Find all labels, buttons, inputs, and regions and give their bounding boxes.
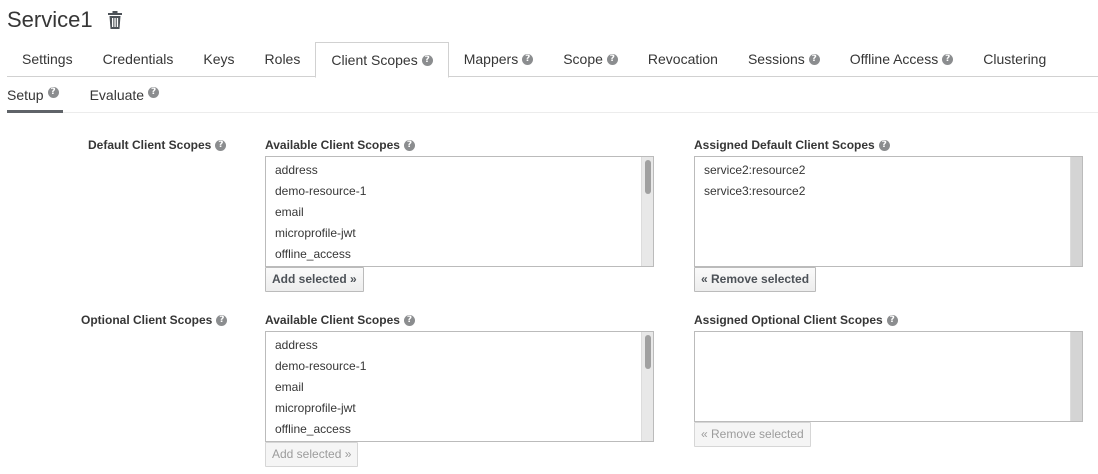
assigned-optional-listbox[interactable]: [694, 331, 1083, 422]
tab-label: Sessions: [747, 51, 805, 67]
col-label-text: Assigned Optional Client Scopes: [694, 313, 883, 327]
col-label-text: Available Client Scopes: [265, 313, 400, 327]
scrollbar[interactable]: [1070, 157, 1082, 266]
scrollbar[interactable]: [641, 332, 653, 441]
tab-label: Scope: [563, 51, 603, 67]
tab-mappers[interactable]: Mappers?: [449, 42, 548, 77]
tab-label: Revocation: [647, 51, 718, 67]
title-row: Service1: [7, 5, 123, 35]
help-icon: ?: [886, 314, 898, 326]
list-item[interactable]: offline_access: [275, 244, 653, 265]
tab-roles[interactable]: Roles: [250, 42, 316, 77]
list-item[interactable]: demo-resource-1: [275, 356, 653, 377]
list-item[interactable]: offline_access: [275, 419, 653, 440]
help-icon: ?: [148, 87, 160, 98]
tab-label: Clustering: [983, 51, 1047, 67]
help-icon: ?: [878, 139, 890, 151]
scrollbar-thumb[interactable]: [645, 160, 651, 194]
list-item[interactable]: microprofile-jwt: [275, 398, 653, 419]
help-icon: ?: [522, 54, 534, 65]
optional-available-label: Available Client Scopes?: [265, 313, 415, 327]
optional-available-listbox[interactable]: address demo-resource-1 email microprofi…: [265, 331, 654, 442]
default-available-label: Available Client Scopes?: [265, 138, 415, 152]
remove-selected-button[interactable]: « Remove selected: [694, 422, 811, 447]
assigned-default-label: Assigned Default Client Scopes?: [694, 138, 890, 152]
scrollbar-thumb[interactable]: [645, 335, 651, 369]
list-item[interactable]: service3:resource2: [704, 181, 1082, 202]
tab-label: Roles: [264, 51, 301, 67]
assigned-default-listbox[interactable]: service2:resource2 service3:resource2: [694, 156, 1083, 267]
tab-client-scopes[interactable]: Client Scopes?: [315, 42, 449, 78]
tab-label: Client Scopes: [331, 51, 418, 68]
list-item[interactable]: microprofile-jwt: [275, 223, 653, 244]
subtab-evaluate[interactable]: Evaluate?: [89, 85, 160, 113]
default-client-scopes-label: Default Client Scopes?: [88, 138, 227, 152]
scrollbar[interactable]: [1070, 332, 1082, 421]
list-item[interactable]: address: [275, 160, 653, 181]
col-label-text: Available Client Scopes: [265, 138, 400, 152]
tab-label: Mappers: [463, 51, 519, 67]
list-item[interactable]: demo-resource-1: [275, 181, 653, 202]
help-icon: ?: [403, 314, 415, 326]
tab-label: Keys: [203, 51, 235, 67]
help-icon: ?: [808, 54, 820, 65]
client-tabs: Settings Credentials Keys Roles Client S…: [7, 42, 1098, 78]
help-icon: ?: [47, 87, 59, 98]
tab-settings[interactable]: Settings: [7, 42, 88, 77]
row-label-text: Optional Client Scopes: [81, 313, 213, 327]
assigned-optional-label: Assigned Optional Client Scopes?: [694, 313, 898, 327]
optional-client-scopes-label: Optional Client Scopes?: [81, 313, 228, 327]
help-icon: ?: [421, 54, 433, 66]
subtab-setup[interactable]: Setup?: [7, 85, 63, 113]
tab-label: Credentials: [102, 51, 174, 67]
help-icon: ?: [215, 139, 227, 151]
remove-selected-button[interactable]: « Remove selected: [694, 267, 817, 292]
tab-credentials[interactable]: Credentials: [88, 42, 189, 77]
subtab-label: Setup: [7, 87, 44, 103]
tab-label: Offline Access: [849, 51, 939, 67]
add-selected-button[interactable]: Add selected »: [265, 267, 364, 292]
tab-sessions[interactable]: Sessions?: [733, 42, 835, 77]
subtab-label: Evaluate: [89, 87, 145, 103]
tab-revocation[interactable]: Revocation: [633, 42, 733, 77]
help-icon: ?: [606, 54, 618, 65]
list-item[interactable]: address: [275, 335, 653, 356]
tab-keys[interactable]: Keys: [188, 42, 249, 77]
tab-scope[interactable]: Scope?: [548, 42, 633, 77]
list-item[interactable]: email: [275, 202, 653, 223]
list-item[interactable]: email: [275, 377, 653, 398]
scrollbar[interactable]: [641, 157, 653, 266]
tab-clustering[interactable]: Clustering: [968, 42, 1061, 77]
list-item[interactable]: service2:resource2: [704, 160, 1082, 181]
row-label-text: Default Client Scopes: [88, 138, 212, 152]
help-icon: ?: [403, 139, 415, 151]
page-title: Service1: [7, 7, 93, 32]
help-icon: ?: [216, 314, 228, 326]
add-selected-button[interactable]: Add selected »: [265, 442, 359, 467]
tab-label: Settings: [22, 51, 73, 67]
trash-icon[interactable]: [107, 10, 123, 30]
help-icon: ?: [942, 54, 954, 65]
tab-offline-access[interactable]: Offline Access?: [835, 42, 968, 77]
col-label-text: Assigned Default Client Scopes: [694, 138, 875, 152]
default-available-listbox[interactable]: address demo-resource-1 email microprofi…: [265, 156, 654, 267]
client-scopes-subtabs: Setup? Evaluate?: [7, 85, 1098, 113]
